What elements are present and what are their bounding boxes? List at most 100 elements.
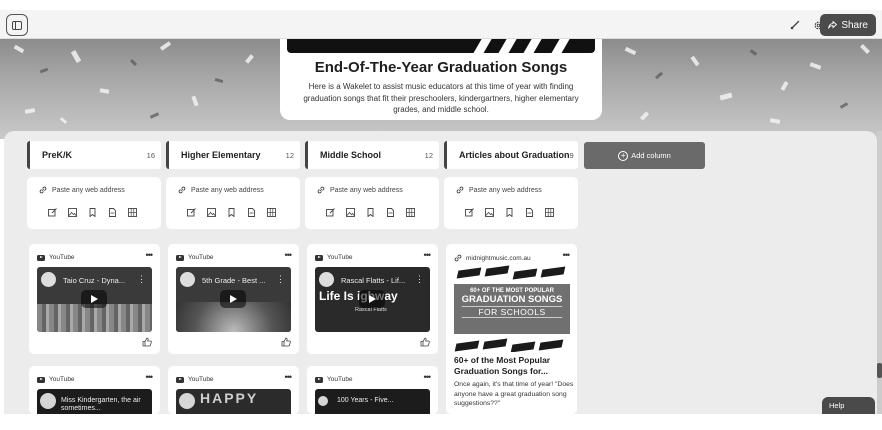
video-card[interactable]: YouTube ••• HAPPY [168, 366, 299, 414]
article-image-line2: GRADUATION SONGS [461, 294, 563, 305]
video-thumbnail[interactable]: Taio Cruz - Dyna... ⋮ [37, 267, 152, 332]
paste-placeholder: Paste any web address [469, 186, 542, 194]
bookmark-button[interactable] [505, 208, 514, 217]
more-options-icon[interactable]: ••• [146, 372, 154, 382]
grid-icon [406, 208, 415, 217]
paste-card: Paste any web address [27, 177, 161, 229]
article-image[interactable]: 60+ OF THE MOST POPULAR GRADUATION SONGS… [454, 265, 570, 352]
column-header-higher-elementary[interactable]: Higher Elementary 12 [166, 141, 300, 169]
article-image-line3: FOR SCHOOLS [462, 306, 562, 318]
brush-icon [790, 20, 800, 30]
play-icon[interactable] [81, 290, 107, 308]
embed-grid-button[interactable] [128, 208, 137, 217]
grid-icon [545, 208, 554, 217]
column-header-prek[interactable]: PreK/K 16 [27, 141, 161, 169]
paste-url-input[interactable]: Paste any web address [317, 186, 403, 194]
bookmark-icon [506, 208, 513, 217]
bookmark-button[interactable] [88, 208, 97, 217]
help-button[interactable]: Help [822, 397, 875, 414]
add-column-label: Add column [631, 151, 671, 160]
upload-file-button[interactable] [108, 208, 117, 217]
more-options-icon[interactable]: ••• [285, 372, 293, 382]
column-count: 16 [146, 150, 155, 160]
more-options-icon[interactable]: ••• [146, 250, 154, 260]
edit-note-icon [465, 208, 474, 217]
video-title: Taio Cruz - Dyna... [63, 276, 126, 285]
video-card[interactable]: YouTube ••• Rascal Flatts - Lif... ⋮ Lif… [307, 244, 438, 354]
column-header-middle-school[interactable]: Middle School 12 [305, 141, 439, 169]
embed-grid-button[interactable] [267, 208, 276, 217]
brush-button[interactable] [787, 17, 803, 33]
bookmark-button[interactable] [366, 208, 375, 217]
file-icon [109, 208, 116, 217]
video-thumbnail[interactable]: 100 Years - Five... [315, 389, 430, 414]
upload-file-button[interactable] [525, 208, 534, 217]
image-icon [485, 208, 494, 217]
add-image-button[interactable] [68, 208, 77, 217]
video-card[interactable]: YouTube ••• 100 Years - Five... [307, 366, 438, 414]
video-card[interactable]: YouTube ••• 5th Grade - Best ... ⋮ [168, 244, 299, 354]
upload-file-button[interactable] [247, 208, 256, 217]
youtube-icon [315, 254, 323, 261]
embed-grid-button[interactable] [406, 208, 415, 217]
paste-placeholder: Paste any web address [330, 186, 403, 194]
video-thumbnail[interactable]: Rascal Flatts - Lif... ⋮ Life Is ighway … [315, 267, 430, 332]
video-menu-icon: ⋮ [415, 274, 424, 284]
column-name: Higher Elementary [181, 150, 261, 160]
text-note-button[interactable] [48, 208, 57, 217]
share-label: Share [841, 19, 868, 31]
more-options-icon[interactable]: ••• [424, 372, 432, 382]
column-count: 12 [424, 150, 433, 160]
video-thumbnail[interactable]: 5th Grade - Best ... ⋮ [176, 267, 291, 332]
source-label: midnightmusic.com.au [466, 254, 531, 262]
text-note-button[interactable] [465, 208, 474, 217]
thumbs-up-icon[interactable] [281, 337, 291, 347]
add-image-button[interactable] [207, 208, 216, 217]
paste-url-input[interactable]: Paste any web address [178, 186, 264, 194]
video-card[interactable]: YouTube ••• Miss Kindergarten, the air s… [29, 366, 160, 414]
board-description: Here is a Wakelet to assist music educat… [303, 82, 579, 114]
card-source: YouTube [176, 376, 214, 383]
video-title: Rascal Flatts - Lif... [341, 276, 406, 285]
video-thumbnail[interactable]: Miss Kindergarten, the air sometimes... [37, 389, 152, 414]
card-source: YouTube [37, 254, 75, 261]
add-image-button[interactable] [346, 208, 355, 217]
play-icon[interactable] [220, 290, 246, 308]
add-image-button[interactable] [485, 208, 494, 217]
article-card[interactable]: midnightmusic.com.au ••• 60+ OF THE MOST… [446, 244, 577, 414]
more-options-icon[interactable]: ••• [563, 250, 571, 260]
play-icon[interactable] [359, 290, 385, 308]
upload-file-button[interactable] [386, 208, 395, 217]
thumbs-up-icon[interactable] [420, 337, 430, 347]
paste-url-input[interactable]: Paste any web address [39, 186, 125, 194]
scrollbar-thumb[interactable] [877, 363, 882, 378]
video-title: 5th Grade - Best ... [202, 276, 266, 285]
add-column-button[interactable]: + Add column [584, 142, 705, 169]
card-source: YouTube [37, 376, 75, 383]
thumbs-up-icon[interactable] [142, 337, 152, 347]
video-thumbnail[interactable]: HAPPY [176, 389, 291, 414]
text-note-button[interactable] [187, 208, 196, 217]
more-options-icon[interactable]: ••• [285, 250, 293, 260]
paste-url-input[interactable]: Paste any web address [456, 186, 542, 194]
share-button[interactable]: Share [820, 14, 876, 36]
column-header-articles[interactable]: Articles about Graduation 9 [444, 141, 578, 169]
embed-grid-button[interactable] [545, 208, 554, 217]
text-note-button[interactable] [326, 208, 335, 217]
youtube-icon [315, 376, 323, 383]
paste-card: Paste any web address [444, 177, 578, 229]
source-label: YouTube [188, 254, 214, 261]
bookmark-icon [367, 208, 374, 217]
link-icon [39, 186, 47, 194]
plus-icon: + [618, 150, 629, 161]
video-card[interactable]: YouTube ••• Taio Cruz - Dyna... ⋮ [29, 244, 160, 354]
paste-card: Paste any web address [166, 177, 300, 229]
board-title: End-Of-The-Year Graduation Songs [314, 59, 568, 76]
video-title: 100 Years - Five... [337, 397, 394, 404]
column-count: 12 [285, 150, 294, 160]
bookmark-button[interactable] [227, 208, 236, 217]
article-title[interactable]: 60+ of the Most Popular Graduation Songs… [454, 355, 574, 377]
link-icon [456, 186, 464, 194]
more-options-icon[interactable]: ••• [424, 250, 432, 260]
sidebar-toggle-button[interactable] [6, 14, 28, 36]
